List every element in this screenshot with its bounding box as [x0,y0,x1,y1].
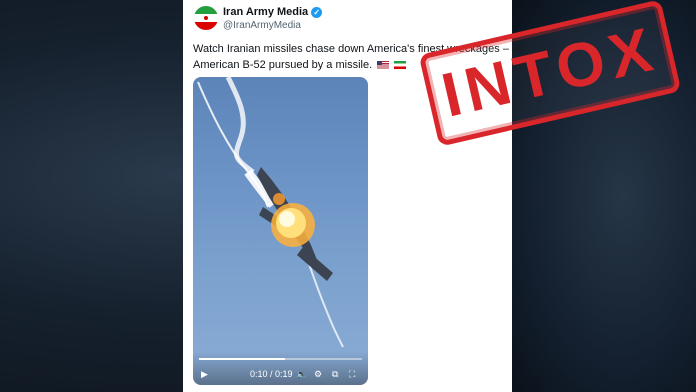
progress-bar[interactable] [199,358,362,360]
tweet-text-line2: American B-52 pursued by a missile. [193,59,373,71]
verified-check-icon: ✓ [311,6,323,18]
volume-icon[interactable]: 🔈 [296,369,307,379]
time-separator: / [267,369,276,379]
video-controls: ▶ 0:10 / 0:19 🔈 ⚙ ⧉ ⛶ [193,351,368,385]
fit-icon[interactable]: ⧉ [332,369,338,379]
fullscreen-icon[interactable]: ⛶ [349,369,355,379]
us-flag-icon [377,61,390,70]
play-icon[interactable]: ▶ [201,369,208,379]
duration: 0:19 [275,369,293,379]
author-name-text: Iran Army Media [223,6,309,18]
settings-icon[interactable]: ⚙ [314,369,322,379]
author-handle[interactable]: @IranArmyMedia [223,20,301,31]
iran-flag-icon [394,61,407,70]
video-player[interactable]: ▶ 0:10 / 0:19 🔈 ⚙ ⧉ ⛶ [193,77,368,385]
current-time: 0:10 [250,369,268,379]
author-name[interactable]: Iran Army Media ✓ [223,6,323,18]
video-frame [197,77,344,348]
avatar[interactable] [194,6,218,30]
smoke-trail [225,77,255,174]
time-display: 0:10 / 0:19 [250,369,293,379]
progress-fill [199,358,286,360]
